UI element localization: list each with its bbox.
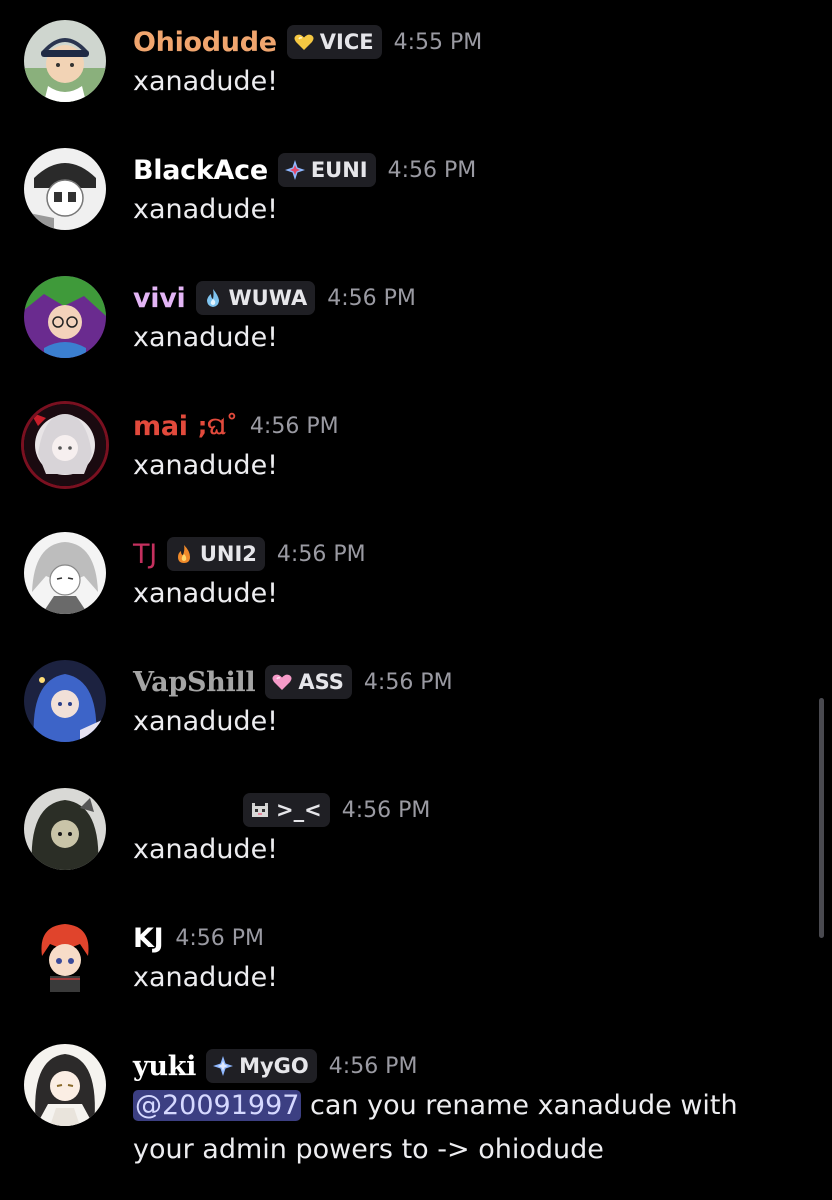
avatar[interactable] bbox=[24, 788, 106, 870]
message-header: VapShill ASS 4:56 PM bbox=[133, 660, 453, 704]
username-decoration: ;ଘ˚ bbox=[197, 412, 238, 440]
server-tag[interactable]: MyGO bbox=[206, 1049, 317, 1083]
message-header: yuki MyGO 4:56 PM bbox=[133, 1044, 417, 1088]
message-text: xanadude! bbox=[133, 450, 279, 481]
message-header: Ohiodude VICE 4:55 PM bbox=[133, 20, 482, 64]
avatar[interactable] bbox=[24, 1044, 106, 1126]
server-tag-label: VICE bbox=[319, 30, 374, 54]
server-tag-label: ASS bbox=[298, 670, 344, 694]
server-tag[interactable]: WUWA bbox=[195, 281, 316, 315]
timestamp: 4:56 PM bbox=[363, 669, 453, 695]
message-header: vivi WUWA 4:56 PM bbox=[133, 276, 416, 320]
server-tag[interactable]: VICE bbox=[286, 25, 382, 59]
message-header: KJ 4:56 PM bbox=[133, 916, 264, 960]
server-tag-label: WUWA bbox=[228, 286, 308, 310]
message-text: xanadude! bbox=[133, 578, 279, 609]
user-mention[interactable]: @20091997 bbox=[133, 1090, 302, 1121]
blue-flame-icon bbox=[202, 287, 224, 309]
username[interactable]: KJ bbox=[133, 923, 164, 954]
server-tag[interactable]: UNI2 bbox=[166, 537, 265, 571]
avatar[interactable] bbox=[24, 404, 106, 486]
server-tag-label: >_< bbox=[276, 798, 322, 822]
server-tag-label: MyGO bbox=[239, 1054, 309, 1078]
server-tag-label: UNI2 bbox=[199, 542, 257, 566]
username[interactable]: Ohiodude bbox=[133, 27, 277, 58]
timestamp: 4:56 PM bbox=[327, 285, 416, 311]
message-text: xanadude! bbox=[133, 962, 279, 993]
message-text: xanadude! bbox=[133, 706, 279, 737]
sparkle-star-icon bbox=[212, 1055, 234, 1077]
avatar[interactable] bbox=[24, 916, 106, 998]
server-tag[interactable]: EUNI bbox=[277, 153, 376, 187]
timestamp: 4:56 PM bbox=[328, 1053, 418, 1079]
avatar[interactable] bbox=[24, 148, 106, 230]
username[interactable]: vivi bbox=[133, 283, 186, 314]
scrollbar[interactable] bbox=[819, 698, 824, 938]
message-header: BlackAce EUNI 4:56 PM bbox=[133, 148, 476, 192]
sparkle-star-icon bbox=[284, 159, 306, 181]
avatar[interactable] bbox=[24, 532, 106, 614]
timestamp: 4:56 PM bbox=[249, 413, 339, 439]
server-tag-label: EUNI bbox=[310, 158, 368, 182]
message-header: TJ UNI2 4:56 PM bbox=[133, 532, 366, 576]
message-text: xanadude! bbox=[133, 834, 279, 865]
username[interactable]: yuki bbox=[133, 1051, 196, 1082]
chat-message-list: Ohiodude VICE 4:55 PM xanadude! BlackAce… bbox=[0, 0, 832, 1200]
username[interactable]: mai bbox=[133, 411, 188, 442]
message-header: >_< 4:56 PM bbox=[133, 788, 430, 832]
orange-flame-icon bbox=[173, 543, 195, 565]
message-text: xanadude! bbox=[133, 322, 279, 353]
timestamp: 4:56 PM bbox=[387, 157, 477, 183]
avatar[interactable] bbox=[24, 20, 106, 102]
gold-heart-icon bbox=[293, 31, 315, 53]
pixel-cat-icon bbox=[249, 799, 271, 821]
avatar[interactable] bbox=[24, 660, 106, 742]
username[interactable]: BlackAce bbox=[133, 155, 268, 186]
avatar[interactable] bbox=[24, 276, 106, 358]
username[interactable]: VapShill bbox=[133, 667, 256, 698]
message-text: xanadude! bbox=[133, 194, 279, 225]
timestamp: 4:56 PM bbox=[341, 797, 431, 823]
timestamp: 4:56 PM bbox=[175, 925, 265, 951]
message-header: mai ;ଘ˚ 4:56 PM bbox=[133, 404, 339, 448]
username[interactable]: TJ bbox=[133, 539, 157, 570]
message-text: @20091997 can you rename xanadude with y… bbox=[133, 1084, 773, 1172]
pink-heart-icon bbox=[271, 671, 293, 693]
server-tag[interactable]: ASS bbox=[265, 665, 352, 699]
server-tag[interactable]: >_< bbox=[243, 793, 330, 827]
timestamp: 4:55 PM bbox=[393, 29, 483, 55]
timestamp: 4:56 PM bbox=[276, 541, 366, 567]
message-text: xanadude! bbox=[133, 66, 279, 97]
